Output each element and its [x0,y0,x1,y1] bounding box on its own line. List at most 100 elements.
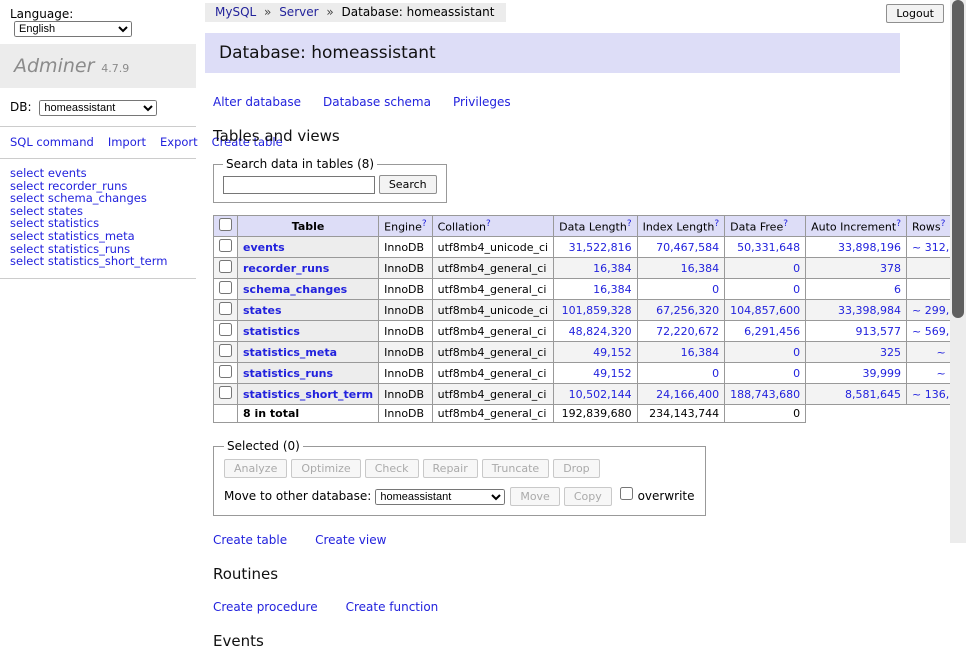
search-input[interactable] [223,176,375,194]
table-name-link[interactable]: recorder_runs [243,262,329,275]
row-checkbox[interactable] [219,323,232,336]
scrollbar-thumb[interactable] [952,0,964,318]
table-name-link[interactable]: states [243,304,282,317]
data-free-value[interactable]: 0 [793,283,800,296]
vertical-scrollbar[interactable] [950,0,966,543]
data-free-value[interactable]: 50,331,648 [737,241,800,254]
analyze-button[interactable]: Analyze [224,459,287,478]
table-name-link[interactable]: statistics_short_term [243,388,373,401]
create-table-link[interactable]: Create table [213,533,287,547]
auto-increment-value[interactable]: 8,581,645 [845,388,901,401]
select-all-checkbox[interactable] [219,218,232,231]
index-length-value[interactable]: 67,256,320 [656,304,719,317]
drop-button[interactable]: Drop [553,459,599,478]
row-checkbox[interactable] [219,302,232,315]
auto-increment-value[interactable]: 39,999 [863,367,902,380]
data-length-value[interactable]: 10,502,144 [569,388,632,401]
index-length-value[interactable]: 16,384 [681,262,720,275]
create-view-link[interactable]: Create view [315,533,386,547]
move-button[interactable]: Move [510,487,560,506]
data-length-value[interactable]: 16,384 [593,262,632,275]
column-header-auto-increment: Auto Increment? [806,216,907,237]
data-length-cell: 16,384 [554,279,637,300]
app-name[interactable]: Adminer [14,55,94,77]
index-length-value[interactable]: 72,220,672 [656,325,719,338]
db-select[interactable]: homeassistant [39,100,157,116]
row-checkbox[interactable] [219,281,232,294]
help-link[interactable]: ? [627,219,632,229]
create-function-link[interactable]: Create function [346,600,439,614]
total-collation-cell: utf8mb4_general_ci [432,405,553,423]
search-button[interactable]: Search [379,175,437,194]
sidebar: Language: English Adminer 4.7.9 DB: home… [0,0,196,279]
data-length-value[interactable]: 31,522,816 [569,241,632,254]
collation-cell: utf8mb4_general_ci [432,384,553,405]
check-button[interactable]: Check [365,459,419,478]
column-header-data-length: Data Length? [554,216,637,237]
copy-button[interactable]: Copy [564,487,612,506]
auto-increment-value[interactable]: 378 [880,262,901,275]
language-select[interactable]: English [14,21,132,37]
row-checkbox[interactable] [219,386,232,399]
total-data-free-value: 0 [793,407,800,420]
row-checkbox[interactable] [219,365,232,378]
data-free-value[interactable]: 6,291,456 [744,325,800,338]
data-free-value[interactable]: 104,857,600 [730,304,800,317]
data-length-value[interactable]: 101,859,328 [562,304,632,317]
move-db-select[interactable]: homeassistant [375,489,505,505]
row-checkbox[interactable] [219,239,232,252]
table-name-link[interactable]: events [243,241,285,254]
table-row: schema_changesInnoDButf8mb4_general_ci16… [214,279,966,300]
table-name-link[interactable]: statistics_meta [243,346,337,359]
data-length-value[interactable]: 49,152 [593,346,632,359]
row-checkbox-cell [214,300,238,321]
sidebar-select-events[interactable]: select events [10,167,196,180]
table-name-link[interactable]: schema_changes [243,283,347,296]
auto-increment-value[interactable]: 325 [880,346,901,359]
row-checkbox[interactable] [219,260,232,273]
index-length-value[interactable]: 0 [712,283,719,296]
auto-increment-value[interactable]: 33,398,984 [838,304,901,317]
help-link[interactable]: ? [941,219,946,229]
data-free-value[interactable]: 0 [793,346,800,359]
data-free-value[interactable]: 0 [793,262,800,275]
sidebar-command-sql-command[interactable]: SQL command [10,135,94,149]
repair-button[interactable]: Repair [423,459,478,478]
row-checkbox-cell [214,321,238,342]
sidebar-select-statistics_meta[interactable]: select statistics_meta [10,230,196,243]
sidebar-select-statistics_short_term[interactable]: select statistics_short_term [10,255,196,268]
action-database-schema[interactable]: Database schema [323,95,431,109]
index-length-value[interactable]: 0 [712,367,719,380]
action-privileges[interactable]: Privileges [453,95,511,109]
help-link[interactable]: ? [422,219,427,229]
data-length-value[interactable]: 48,824,320 [569,325,632,338]
auto-increment-value[interactable]: 33,898,196 [838,241,901,254]
row-checkbox[interactable] [219,344,232,357]
action-alter-database[interactable]: Alter database [213,95,301,109]
index-length-value[interactable]: 16,384 [681,346,720,359]
index-length-value[interactable]: 24,166,400 [656,388,719,401]
truncate-button[interactable]: Truncate [482,459,549,478]
data-length-value[interactable]: 49,152 [593,367,632,380]
create-procedure-link[interactable]: Create procedure [213,600,318,614]
help-link[interactable]: ? [486,219,491,229]
data-free-value[interactable]: 188,743,680 [730,388,800,401]
help-link[interactable]: ? [783,219,788,229]
help-link[interactable]: ? [896,219,901,229]
index-length-value[interactable]: 70,467,584 [656,241,719,254]
table-name-link[interactable]: statistics_runs [243,367,333,380]
sidebar-table-links: select eventsselect recorder_runsselect … [0,159,196,278]
table-name-link[interactable]: statistics [243,325,300,338]
auto-increment-value[interactable]: 913,577 [856,325,902,338]
data-length-value[interactable]: 16,384 [593,283,632,296]
auto-increment-value[interactable]: 6 [894,283,901,296]
total-index-length-cell: 234,143,744 [637,405,725,423]
sidebar-select-schema_changes[interactable]: select schema_changes [10,192,196,205]
sidebar-command-export[interactable]: Export [160,135,198,149]
help-link[interactable]: ? [714,219,719,229]
collation-cell: utf8mb4_general_ci [432,279,553,300]
optimize-button[interactable]: Optimize [291,459,360,478]
overwrite-checkbox[interactable] [620,487,633,500]
sidebar-command-import[interactable]: Import [108,135,146,149]
data-free-value[interactable]: 0 [793,367,800,380]
